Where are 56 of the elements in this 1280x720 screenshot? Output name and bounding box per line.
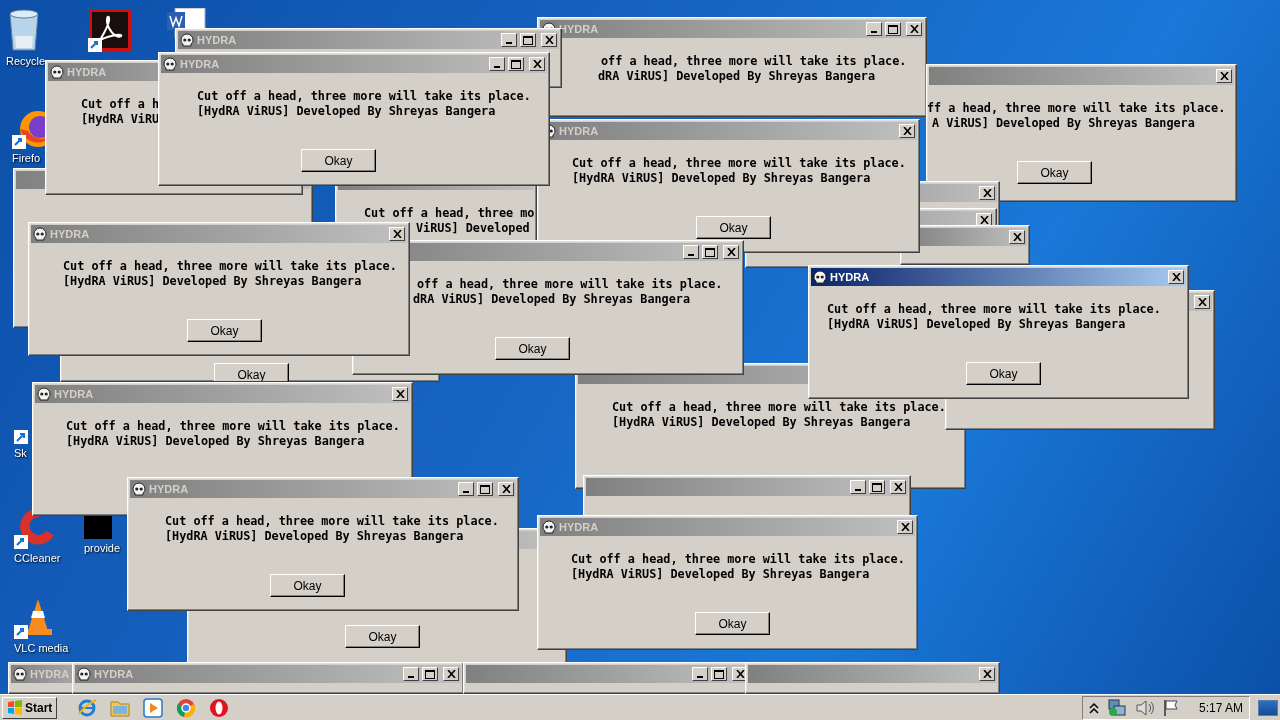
window-title: HYDRA (50, 228, 90, 240)
window-title: HYDRA (180, 58, 220, 70)
clock[interactable]: 5:17 AM (1198, 700, 1243, 715)
okay-button[interactable]: Okay (214, 363, 289, 381)
okay-button[interactable]: Okay (695, 612, 770, 635)
okay-button[interactable]: Okay (1017, 161, 1092, 184)
message-text: off a head, three more will take its place. (601, 54, 907, 69)
okay-button[interactable]: Okay (696, 216, 771, 239)
message-text: Cut off a head, three more will take its place. (197, 89, 531, 104)
message-text: Cut off a head, three more will take its place. (572, 156, 906, 171)
icon-label: Sk (14, 447, 27, 459)
okay-button[interactable]: Okay (270, 574, 345, 597)
window-title: HYDRA (54, 388, 94, 400)
window-title: HYDRA (197, 34, 237, 46)
message-text: Cut off a head, three more will take its place. (63, 259, 397, 274)
window-title: HYDRA (30, 668, 70, 680)
message-text: off a head, three more will take its place. (417, 277, 723, 292)
message-text: Cut off a head, three more will take its place. (165, 514, 499, 529)
icon-label: CCleaner (14, 552, 61, 564)
message-text: [HydRA ViRUS] Developed By Shreyas Bangera (165, 529, 464, 544)
message-text: dRA ViRUS] Developed By Shreyas Bangera (598, 69, 875, 84)
message-text: Cut off a head, three mo (364, 206, 535, 221)
message-text: [HydRA ViRUS] Developed By Shreyas Bangera (63, 274, 362, 289)
window-title: HYDRA (149, 483, 189, 495)
message-text: [HydRA ViRUS] Developed By Shreyas Bangera (571, 567, 870, 582)
message-text: [HydRA ViRU (81, 112, 160, 127)
icon-label: Recycle (6, 55, 46, 67)
message-text: [HydRA ViRUS] Developed By Shreyas Bangera (66, 434, 365, 449)
window-title: HYDRA (559, 521, 599, 533)
okay-button[interactable]: Okay (345, 625, 420, 648)
start-button[interactable]: Start (2, 696, 58, 719)
message-text: [HydRA ViRUS] Developed By Shreyas Bangera (612, 415, 911, 430)
message-text: [HydRA ViRUS] Developed By Shreyas Bangera (197, 104, 496, 119)
window-title: HYDRA (559, 125, 599, 137)
window-title: HYDRA (94, 668, 134, 680)
message-text: [HydRA ViRUS] Developed By Shreyas Bangera (572, 171, 871, 186)
message-text: [HydRA ViRUS] Developed By Shreyas Bangera (827, 317, 1126, 332)
window-title: HYDRA (830, 271, 870, 283)
okay-button[interactable]: Okay (495, 337, 570, 360)
icon-label: provide (84, 542, 121, 554)
message-text: Cut off a h (81, 97, 160, 112)
message-text: Cut off a head, three more will take its place. (827, 302, 1161, 317)
message-text: Cut off a head, three more will take its place. (66, 419, 400, 434)
okay-button[interactable]: Okay (187, 319, 262, 342)
window-title: HYDRA (559, 23, 599, 35)
icon-label: VLC media (14, 642, 69, 654)
okay-button[interactable]: Okay (966, 362, 1041, 385)
message-text: Cut off a head, three more will take its place. (571, 552, 905, 567)
icon-label: Firefo (12, 152, 41, 164)
message-text: ViRUS] Developed (416, 221, 530, 236)
message-text: Cut off a head, three more will take its place. (612, 400, 946, 415)
message-text: ff a head, three more will take its place. (927, 101, 1226, 116)
okay-button[interactable]: Okay (301, 149, 376, 172)
message-text: A ViRUS] Developed By Shreyas Bangera (932, 116, 1195, 131)
message-text: dRA ViRUS] Developed By Shreyas Bangera (413, 292, 690, 307)
window-title: HYDRA (67, 66, 107, 78)
